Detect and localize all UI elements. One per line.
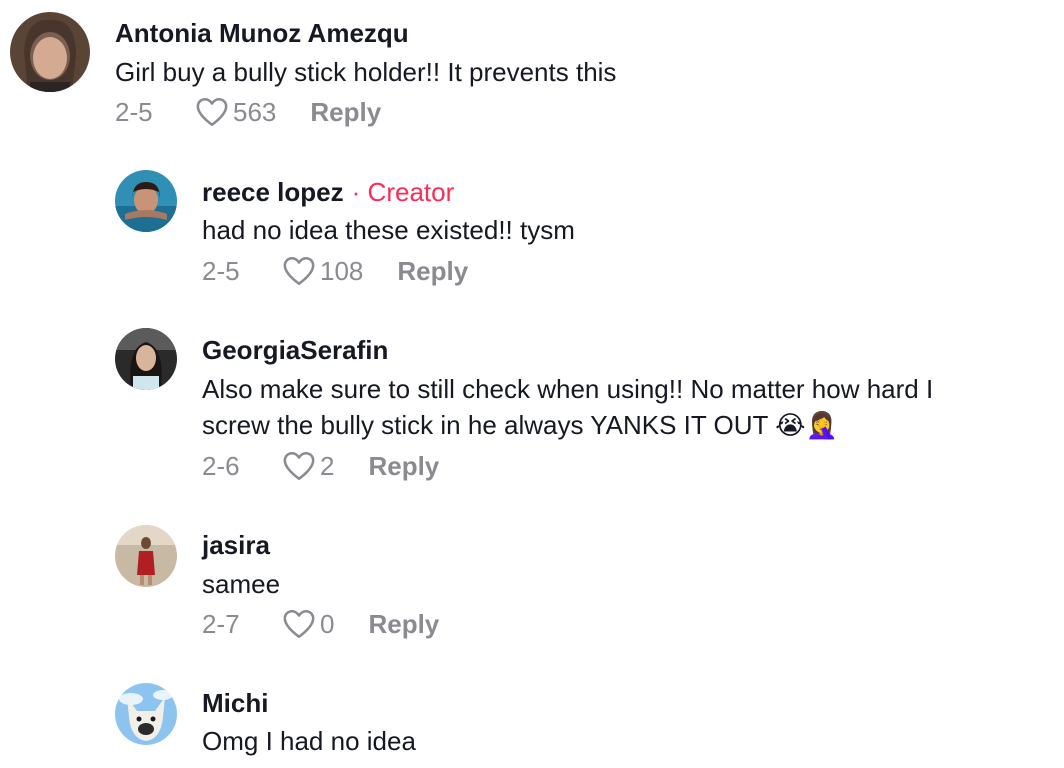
reply-button[interactable]: Reply: [368, 609, 439, 640]
creator-separator: ·: [351, 177, 361, 207]
reply-button[interactable]: Reply: [397, 256, 468, 287]
reply-button[interactable]: Reply: [310, 97, 381, 128]
avatar-image: [115, 683, 177, 745]
comment-username[interactable]: Michi: [202, 688, 268, 718]
like-button[interactable]: 2: [282, 450, 334, 482]
comment-username[interactable]: jasira: [202, 530, 270, 560]
heart-icon: [283, 451, 315, 481]
comment-meta: 2-5 563 Reply: [115, 94, 381, 130]
like-count: 2: [320, 450, 335, 481]
like-count: 563: [233, 96, 277, 127]
avatar[interactable]: [115, 683, 177, 745]
heart-icon: [196, 97, 228, 127]
comment-meta: 2-7 0 Reply: [202, 606, 439, 642]
comment-date: 2-5: [202, 255, 240, 286]
reply-item: reece lopez · Creator had no idea these e…: [0, 160, 1064, 300]
comment-date: 2-7: [202, 608, 240, 639]
avatar-image: [115, 170, 177, 232]
comment-username[interactable]: Antonia Munoz Amezqu: [115, 18, 409, 48]
comment-date: 2-5: [115, 96, 153, 127]
comment-username[interactable]: GeorgiaSerafin: [202, 335, 388, 365]
reply-button[interactable]: Reply: [368, 451, 439, 482]
creator-badge: Creator: [367, 177, 455, 207]
comment-text: had no idea these existed!! tysm: [202, 215, 575, 245]
avatar[interactable]: [115, 170, 177, 232]
avatar-image: [115, 525, 177, 587]
avatar[interactable]: [115, 328, 177, 390]
username-text: reece lopez: [202, 177, 344, 207]
comment-text: Also make sure to still check when using…: [202, 374, 934, 404]
comment-text: Girl buy a bully stick holder!! It preve…: [115, 57, 617, 87]
comment-meta: 2-6 2 Reply: [202, 448, 439, 484]
like-button[interactable]: 563: [195, 96, 276, 128]
like-button[interactable]: 108: [282, 255, 363, 287]
comment-meta: 2-5 108 Reply: [202, 253, 468, 289]
avatar-image: [10, 12, 90, 92]
reply-item: GeorgiaSerafin Also make sure to still c…: [0, 320, 1064, 490]
comment-item: Antonia Munoz Amezqu Girl buy a bully st…: [0, 0, 1064, 140]
heart-icon: [283, 609, 315, 639]
comment-date: 2-6: [202, 450, 240, 481]
reply-item: jasira samee 2-7 0 Reply: [0, 515, 1064, 655]
like-count: 0: [320, 608, 335, 639]
avatar[interactable]: [115, 525, 177, 587]
reply-item: Michi Omg I had no idea: [0, 675, 1064, 768]
avatar[interactable]: [10, 12, 90, 92]
like-button[interactable]: 0: [282, 608, 334, 640]
avatar-image: [115, 328, 177, 390]
comment-text: screw the bully stick in he always YANKS…: [202, 410, 838, 440]
like-count: 108: [320, 255, 364, 286]
comment-text: samee: [202, 569, 281, 599]
heart-icon: [283, 256, 315, 286]
comment-text: Omg I had no idea: [202, 726, 416, 756]
comment-username[interactable]: reece lopez · Creator: [202, 177, 454, 207]
